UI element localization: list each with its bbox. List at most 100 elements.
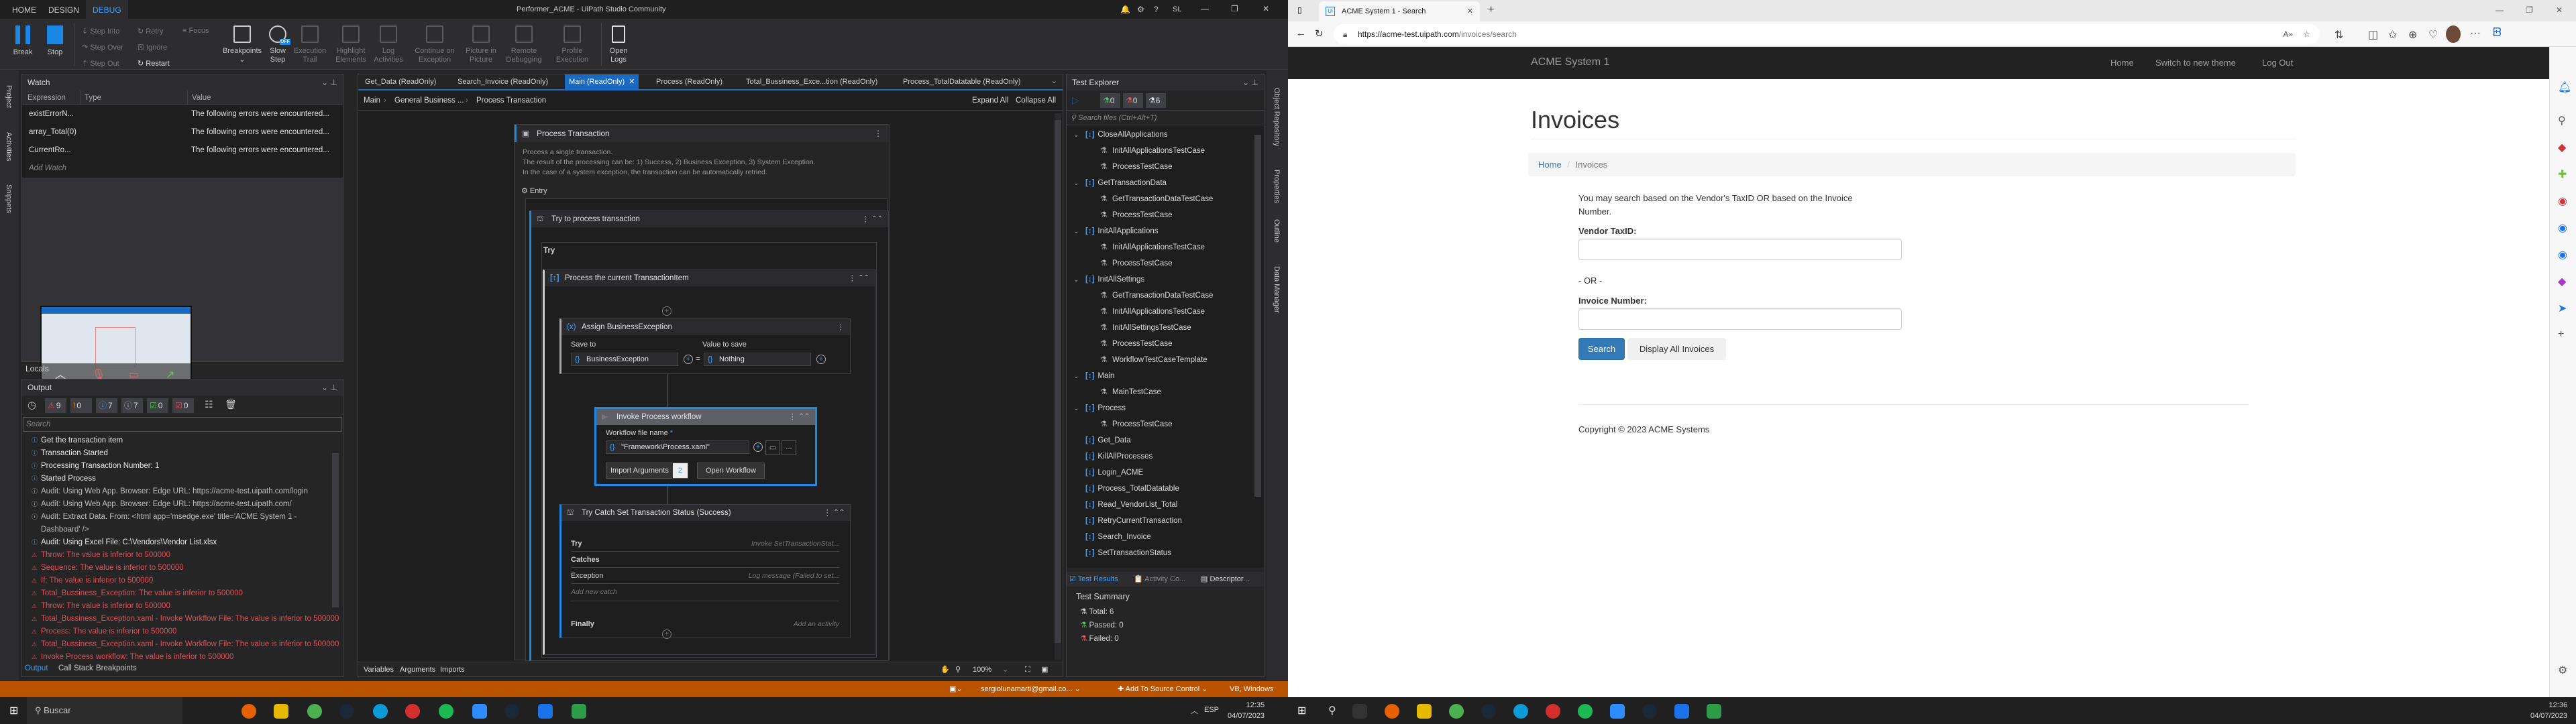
bing-copilot-icon[interactable]: ᗸ — [2493, 25, 2502, 40]
breadcrumb-home[interactable]: Home — [1538, 160, 1562, 170]
column-value[interactable]: Value — [187, 90, 211, 105]
watch-row[interactable]: existErrorN... The following errors were … — [22, 105, 343, 123]
test-case-item[interactable]: ⚗ InitAllApplicationsTestCase — [1100, 143, 1205, 159]
project-language[interactable]: VB, Windows — [1230, 681, 1273, 697]
finally-row[interactable]: Finally Add an activity — [571, 617, 839, 632]
folder-icon[interactable]: ▭ — [765, 440, 780, 455]
open-workflow-button[interactable]: Open Workflow — [697, 463, 765, 479]
outlook-icon[interactable]: ◉ — [2558, 248, 2567, 261]
split-screen-icon[interactable]: ◫ — [2368, 28, 2378, 42]
chevron-down-icon[interactable]: ⌄ — [1073, 401, 1085, 417]
collapse-icon[interactable]: ⌃⌃ — [871, 211, 883, 227]
close-tab-icon[interactable]: ✕ — [1467, 1, 1473, 21]
test-case-item[interactable]: ⚗ GetTransactionDataTestCase — [1100, 191, 1213, 207]
open-logs-button[interactable]: Open Logs — [605, 19, 632, 70]
highlight-elements-button[interactable]: Highlight Elements — [331, 19, 370, 70]
spotify-icon[interactable] — [1578, 704, 1593, 719]
log-line[interactable]: Dashboard' /> — [32, 524, 89, 536]
workflow-file-item[interactable]: [↕] KillAllProcesses — [1073, 448, 1152, 465]
add-activity-icon[interactable]: + — [662, 306, 672, 316]
filter-failed[interactable]: ☑ 0 — [172, 398, 194, 413]
value-field[interactable]: {} Nothing — [704, 353, 811, 366]
chevron-down-icon[interactable]: ⌄ — [1073, 127, 1085, 143]
tab-test-results[interactable]: ☑ Test Results — [1069, 572, 1118, 587]
nav-logout[interactable]: Log Out — [2262, 58, 2293, 68]
pin-icon[interactable]: ⌄ ⊥ — [321, 74, 337, 90]
document-tab[interactable]: Get_Data (ReadOnly) — [361, 74, 440, 89]
zoom-icon[interactable] — [1610, 704, 1625, 719]
collapse-icon[interactable]: ⌃⌃ — [858, 270, 869, 286]
hand-icon[interactable]: ✋ — [941, 662, 950, 677]
filter-warnings[interactable]: ! 0 — [70, 398, 92, 413]
nav-home[interactable]: Home — [2110, 58, 2134, 68]
favorites-icon[interactable]: ✩ — [2388, 28, 2397, 42]
maximize-button[interactable]: ❐ — [1231, 4, 1238, 13]
tab-arguments[interactable]: Arguments — [400, 662, 435, 677]
uipath-studio-icon[interactable] — [1674, 704, 1689, 719]
filter-trace[interactable]: ⓘ 7 — [121, 398, 143, 413]
workflow-file-item[interactable]: ⌄ [↕] CloseAllApplications — [1073, 127, 1168, 143]
try-row[interactable]: Try Invoke SetTransactionStat... — [571, 537, 839, 552]
watch-row[interactable]: CurrentRo... The following errors were en… — [22, 141, 343, 160]
workflow-file-item[interactable]: [↕] SetTransactionStatus — [1073, 545, 1171, 561]
search-icon[interactable]: ⚲ — [2558, 114, 2566, 127]
edge-icon[interactable] — [373, 704, 388, 719]
document-tab[interactable]: Process (ReadOnly) — [652, 74, 727, 89]
extensions-icon[interactable]: ⇅ — [2334, 28, 2343, 42]
breadcrumb-item[interactable]: General Business ... — [394, 90, 464, 111]
address-bar[interactable]: 🔒︎ https://acme-test.uipath.com/invoices… — [1334, 24, 2320, 44]
chevron-down-icon[interactable]: ⌄ — [1073, 272, 1085, 288]
properties-tab[interactable]: Properties — [1273, 170, 1281, 203]
test-case-item[interactable]: ⚗ GetTransactionDataTestCase — [1100, 288, 1213, 304]
restart-button[interactable]: ↻ Restart — [138, 59, 170, 68]
tab-breakpoints[interactable]: Breakpoints — [96, 661, 137, 676]
add-variable-icon[interactable]: + — [816, 355, 826, 364]
ribbon-tab-home[interactable]: HOME — [5, 0, 43, 19]
account-menu[interactable]: sergiolunamarti@gmail.co... ⌄ — [981, 681, 1081, 697]
log-line[interactable]: ⚠ Process: The value is inferior to 50000… — [32, 625, 176, 638]
log-line[interactable]: ⚠ Total_Bussiness_Exception.xaml - Invoke… — [32, 638, 339, 651]
profile-avatar[interactable] — [2446, 25, 2461, 43]
chrome-icon[interactable] — [1449, 704, 1464, 719]
chevron-down-icon[interactable]: ⌄ — [1073, 369, 1085, 385]
breadcrumb-item[interactable]: Process Transaction — [476, 90, 546, 111]
spotify-icon[interactable] — [439, 704, 453, 719]
settings-icon[interactable]: ⚙ — [2558, 664, 2567, 677]
taskbar-search[interactable]: ⚲ Buscar — [27, 697, 182, 724]
app-icon[interactable] — [405, 704, 420, 719]
scrollbar-thumb[interactable] — [1055, 120, 1061, 643]
filter-errors[interactable]: ⚠ 9 — [45, 398, 66, 413]
canvas-scrollbar[interactable] — [1055, 113, 1061, 660]
shopping-icon[interactable]: ◆ — [2558, 141, 2566, 154]
test-case-item[interactable]: ⚗ InitAllSettingsTestCase — [1100, 320, 1191, 336]
test-case-item[interactable]: ⚗ InitAllApplicationsTestCase — [1100, 304, 1205, 320]
uipath-assistant-icon[interactable] — [1707, 704, 1721, 719]
workflow-file-item[interactable]: [↕] Search_Invoice — [1073, 529, 1151, 545]
picture-in-picture-button[interactable]: Picture in Picture — [463, 19, 499, 70]
tab-activity-coverage[interactable]: 📋 Activity Co... — [1134, 572, 1185, 587]
project-panel-tab[interactable]: Project — [5, 85, 13, 108]
zoom-icon[interactable] — [472, 704, 487, 719]
fit-screen-icon[interactable]: ⛶ — [1025, 662, 1030, 677]
log-line[interactable]: ⓘ Started Process — [32, 473, 96, 485]
edge-icon[interactable] — [1513, 704, 1528, 719]
workflow-file-item[interactable]: [↕] RetryCurrentTransaction — [1073, 513, 1182, 529]
passed-filter[interactable]: ⚗0 — [1100, 93, 1120, 108]
breakpoints-button[interactable]: Breakpoints ⌄ — [220, 19, 264, 70]
chrome-icon[interactable] — [307, 704, 322, 719]
test-case-item[interactable]: ⚗ ProcessTestCase — [1100, 207, 1172, 223]
continue-on-exception-button[interactable]: Continue on Exception — [409, 19, 460, 70]
workflow-file-item[interactable]: ⌄ [↕] GetTransactionData — [1073, 175, 1167, 191]
log-line[interactable]: ⓘ Get the transaction item — [32, 434, 123, 447]
collapse-icon[interactable]: ⌃⌃ — [833, 505, 845, 521]
total-filter[interactable]: ⚗6 — [1146, 93, 1166, 108]
nav-switch-theme[interactable]: Switch to new theme — [2155, 58, 2236, 68]
step-out-button[interactable]: ⇡ Step Out — [82, 59, 119, 68]
activity-try-catch-set-status[interactable]: ⛫ Try Catch Set Transaction Status (Succe… — [559, 504, 851, 638]
log-line[interactable]: ⓘ Transaction Started — [32, 447, 108, 460]
more-menu-icon[interactable]: ··· — [2470, 27, 2481, 40]
add-variable-icon[interactable]: + — [753, 442, 763, 452]
more-icon[interactable]: ⋮ — [874, 125, 882, 142]
column-expression[interactable]: Expression — [28, 90, 66, 105]
break-button[interactable]: Break — [9, 19, 36, 70]
